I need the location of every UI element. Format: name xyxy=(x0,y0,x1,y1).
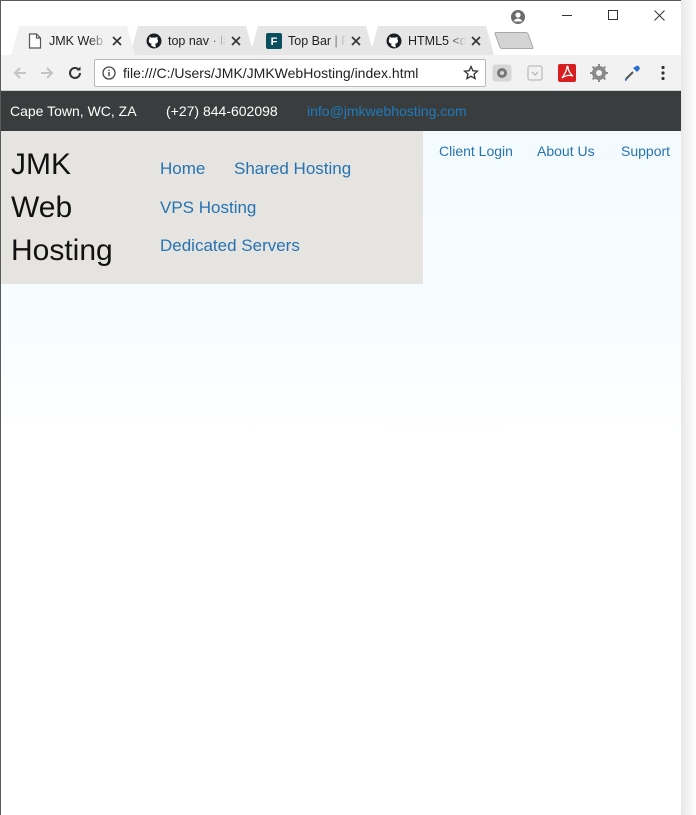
tab-jmk-web-hosting[interactable]: JMK Web Hosting xyxy=(11,26,135,55)
brand-line-1: JMK xyxy=(11,148,71,181)
location-text: Cape Town, WC, ZA xyxy=(10,103,137,119)
tab-title: JMK Web Hosting xyxy=(49,33,103,48)
settings-gear-icon[interactable] xyxy=(588,63,610,83)
tab-html5-div[interactable]: HTML5 <div> xyxy=(370,26,494,55)
eyedropper-icon[interactable] xyxy=(621,63,643,83)
brand-line-2: Web xyxy=(11,191,73,224)
brand-line-3: Hosting xyxy=(11,234,113,267)
tab-title: Top Bar | Foundation xyxy=(288,33,338,48)
window-shadow xyxy=(681,0,696,815)
close-window-button[interactable] xyxy=(636,1,681,29)
page-icon xyxy=(27,33,43,49)
nav-link-support[interactable]: Support xyxy=(621,143,670,159)
tab-title: top nav · lä xyxy=(168,33,226,48)
acrobat-icon[interactable] xyxy=(556,63,578,83)
bookmark-star-icon[interactable] xyxy=(457,65,485,81)
arrow-left-icon xyxy=(13,67,26,79)
close-icon[interactable] xyxy=(346,36,366,46)
browser-window: top nav · lä F Top Bar | Foundation HTML… xyxy=(0,0,681,815)
nav-link-shared-hosting[interactable]: Shared Hosting xyxy=(234,159,351,179)
nav-link-client-login[interactable]: Client Login xyxy=(439,143,513,159)
translate-icon[interactable] xyxy=(491,63,513,83)
nav-link-vps-hosting[interactable]: VPS Hosting xyxy=(160,198,256,218)
phone-text: (+27) 844-602098 xyxy=(166,103,278,119)
browser-toolbar xyxy=(1,55,681,91)
site-logo[interactable]: JMK Web Hosting xyxy=(11,143,141,272)
new-tab-button[interactable] xyxy=(493,32,535,49)
github-icon xyxy=(146,33,162,49)
window-controls xyxy=(544,1,681,29)
minimize-button[interactable] xyxy=(544,1,590,29)
nav-link-dedicated-servers[interactable]: Dedicated Servers xyxy=(160,236,300,256)
close-icon[interactable] xyxy=(466,36,486,46)
foundation-icon: F xyxy=(266,33,282,49)
maximize-button[interactable] xyxy=(590,1,636,29)
forward-button[interactable] xyxy=(35,61,59,85)
tab-top-bar-foundation[interactable]: F Top Bar | Foundation xyxy=(250,26,374,55)
arrow-right-icon xyxy=(41,67,54,79)
tab-top-nav[interactable]: top nav · lä xyxy=(130,26,254,55)
site-header: JMK Web Hosting Home Shared Hosting VPS … xyxy=(1,131,423,284)
close-icon[interactable] xyxy=(226,36,246,46)
close-icon[interactable] xyxy=(107,36,127,46)
url-input[interactable] xyxy=(121,61,457,85)
profile-icon[interactable] xyxy=(510,9,526,25)
menu-kebab-icon[interactable] xyxy=(652,63,674,83)
back-button[interactable] xyxy=(8,61,32,85)
tab-title: HTML5 <div> xyxy=(408,33,466,48)
nav-link-about-us[interactable]: About Us xyxy=(537,143,595,159)
svg-text:F: F xyxy=(271,36,278,48)
github-icon xyxy=(386,33,402,49)
page-viewport: Cape Town, WC, ZA (+27) 844-602098 info@… xyxy=(1,91,681,815)
pocket-icon[interactable] xyxy=(524,63,546,83)
address-bar[interactable] xyxy=(94,59,486,87)
email-link[interactable]: info@jmkwebhosting.com xyxy=(307,103,467,119)
reload-icon xyxy=(69,66,81,79)
info-icon[interactable] xyxy=(97,66,121,80)
site-top-bar: Cape Town, WC, ZA (+27) 844-602098 info@… xyxy=(1,91,681,131)
reload-button[interactable] xyxy=(63,61,87,85)
tab-strip: top nav · lä F Top Bar | Foundation HTML… xyxy=(1,1,681,55)
nav-link-home[interactable]: Home xyxy=(160,159,205,179)
